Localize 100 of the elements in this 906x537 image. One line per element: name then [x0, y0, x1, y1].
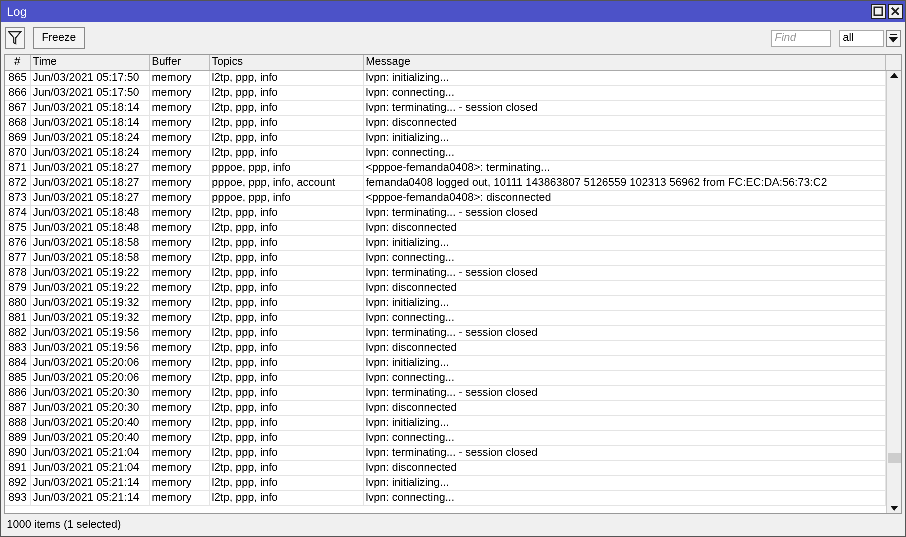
table-cell: l2tp, ppp, info	[210, 281, 364, 295]
table-cell: Jun/03/2021 05:18:14	[31, 116, 150, 130]
column-header[interactable]: #	[5, 55, 31, 70]
freeze-button[interactable]: Freeze	[33, 27, 86, 49]
table-cell: 891	[5, 461, 31, 475]
table-cell: Jun/03/2021 05:18:58	[31, 251, 150, 265]
table-cell: memory	[150, 116, 210, 130]
table-cell: Jun/03/2021 05:20:30	[31, 386, 150, 400]
table-cell: memory	[150, 491, 210, 505]
table-cell: memory	[150, 461, 210, 475]
table-cell: 874	[5, 206, 31, 220]
table-cell: Jun/03/2021 05:18:48	[31, 206, 150, 220]
table-cell: 873	[5, 191, 31, 205]
table-cell: Jun/03/2021 05:19:22	[31, 266, 150, 280]
table-cell: 888	[5, 416, 31, 430]
close-icon[interactable]	[888, 4, 903, 19]
table-cell: l2tp, ppp, info	[210, 296, 364, 310]
table-cell: l2tp, ppp, info	[210, 236, 364, 250]
table-cell: l2tp, ppp, info	[210, 206, 364, 220]
scroll-thumb[interactable]	[888, 453, 900, 463]
dropdown-icon[interactable]	[886, 30, 901, 46]
table-cell: 885	[5, 371, 31, 385]
table-cell: Jun/03/2021 05:18:27	[31, 176, 150, 190]
column-header[interactable]: Topics	[210, 55, 364, 70]
scrollbar[interactable]	[886, 71, 901, 513]
table-cell: memory	[150, 161, 210, 175]
table-cell: l2tp, ppp, info	[210, 386, 364, 400]
table-cell: 892	[5, 476, 31, 490]
table-cell: Jun/03/2021 05:20:06	[31, 356, 150, 370]
table-cell: memory	[150, 266, 210, 280]
column-header[interactable]: Time	[31, 55, 150, 70]
table-cell: Jun/03/2021 05:20:30	[31, 401, 150, 415]
table-cell: 867	[5, 101, 31, 115]
maximize-icon[interactable]	[871, 4, 886, 19]
table-cell: 879	[5, 281, 31, 295]
table-cell: l2tp, ppp, info	[210, 311, 364, 325]
table-cell: Jun/03/2021 05:18:24	[31, 131, 150, 145]
table-cell: 889	[5, 431, 31, 445]
table-cell: Jun/03/2021 05:21:14	[31, 491, 150, 505]
table-cell: 887	[5, 401, 31, 415]
table-cell: Jun/03/2021 05:18:48	[31, 221, 150, 235]
table-cell: Jun/03/2021 05:18:58	[31, 236, 150, 250]
table-cell: l2tp, ppp, info	[210, 356, 364, 370]
table-cell: memory	[150, 101, 210, 115]
scroll-down-icon[interactable]	[888, 503, 900, 513]
table-cell: memory	[150, 341, 210, 355]
table-cell: memory	[150, 146, 210, 160]
table-cell: l2tp, ppp, info	[210, 101, 364, 115]
table-cell: 877	[5, 251, 31, 265]
table-cell: memory	[150, 371, 210, 385]
table-cell: memory	[150, 311, 210, 325]
column-header[interactable]: Message	[364, 55, 886, 70]
filter-icon	[8, 31, 22, 45]
table-cell: Jun/03/2021 05:20:40	[31, 431, 150, 445]
find-field[interactable]: Find	[771, 30, 831, 46]
table-cell: Jun/03/2021 05:17:50	[31, 86, 150, 100]
table-cell: 886	[5, 386, 31, 400]
table-cell: memory	[150, 431, 210, 445]
table-cell: Jun/03/2021 05:21:04	[31, 446, 150, 460]
table-cell: Jun/03/2021 05:18:27	[31, 161, 150, 175]
filter-button[interactable]	[5, 27, 25, 49]
topic-select[interactable]: all	[839, 30, 884, 46]
table-cell: 868	[5, 116, 31, 130]
table-cell: l2tp, ppp, info	[210, 446, 364, 460]
table-cell: l2tp, ppp, info	[210, 146, 364, 160]
table-cell: memory	[150, 446, 210, 460]
table-cell: l2tp, ppp, info	[210, 401, 364, 415]
table-cell: 881	[5, 311, 31, 325]
table-cell: memory	[150, 416, 210, 430]
table-cell: memory	[150, 86, 210, 100]
table-cell: 883	[5, 341, 31, 355]
table-cell: 875	[5, 221, 31, 235]
table-cell: 880	[5, 296, 31, 310]
table-cell: memory	[150, 71, 210, 85]
table-cell: memory	[150, 176, 210, 190]
table-cell: l2tp, ppp, info	[210, 116, 364, 130]
table-cell: pppoe, ppp, info, account	[210, 176, 364, 190]
table-cell: memory	[150, 401, 210, 415]
table-cell: 865	[5, 71, 31, 85]
column-header[interactable]: Buffer	[150, 55, 210, 70]
table-cell: Jun/03/2021 05:18:24	[31, 146, 150, 160]
table-cell: Jun/03/2021 05:21:04	[31, 461, 150, 475]
table-cell: l2tp, ppp, info	[210, 326, 364, 340]
table-cell: 869	[5, 131, 31, 145]
table-cell: 884	[5, 356, 31, 370]
table-cell: l2tp, ppp, info	[210, 266, 364, 280]
table-cell: memory	[150, 131, 210, 145]
table-cell: l2tp, ppp, info	[210, 371, 364, 385]
table-cell: Jun/03/2021 05:19:56	[31, 326, 150, 340]
table-cell: memory	[150, 281, 210, 295]
table-cell: 893	[5, 491, 31, 505]
table-cell: l2tp, ppp, info	[210, 86, 364, 100]
table-cell: memory	[150, 476, 210, 490]
table-cell: pppoe, ppp, info	[210, 191, 364, 205]
table-cell: Jun/03/2021 05:17:50	[31, 71, 150, 85]
table-cell: Jun/03/2021 05:20:40	[31, 416, 150, 430]
table-cell: memory	[150, 206, 210, 220]
table-cell: l2tp, ppp, info	[210, 476, 364, 490]
table-cell: l2tp, ppp, info	[210, 221, 364, 235]
table-cell: 872	[5, 176, 31, 190]
